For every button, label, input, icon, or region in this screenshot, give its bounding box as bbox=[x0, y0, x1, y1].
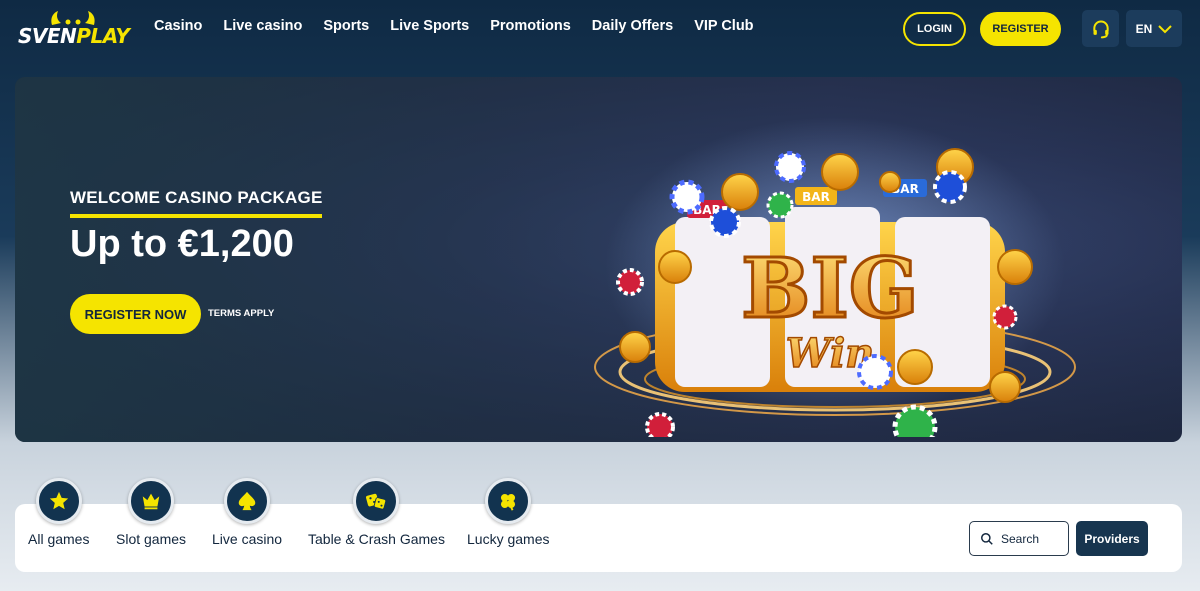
promo-amount: Up to €1,200 bbox=[70, 223, 294, 265]
category-label: Lucky games bbox=[467, 531, 550, 547]
category-icon-wrapper bbox=[35, 478, 82, 524]
category-table-crash-games[interactable]: Table & Crash Games bbox=[308, 478, 445, 547]
dice-icon bbox=[366, 493, 387, 510]
category-label: Live casino bbox=[212, 531, 283, 547]
category-icon-wrapper bbox=[224, 478, 271, 524]
logo-text-play: PLAY bbox=[76, 24, 130, 48]
category-all-games[interactable]: All games bbox=[28, 478, 89, 547]
svg-text:BAR: BAR bbox=[802, 190, 830, 204]
category-icon-wrapper bbox=[128, 478, 175, 524]
hero-banner[interactable]: WELCOME CASINO PACKAGE Up to €1,200 REGI… bbox=[15, 77, 1182, 442]
clover-icon bbox=[501, 493, 516, 511]
promo-title: WELCOME CASINO PACKAGE bbox=[70, 188, 323, 218]
login-button[interactable]: LOGIN bbox=[903, 12, 966, 46]
chevron-down-icon bbox=[1158, 24, 1173, 33]
category-live-casino[interactable]: Live casino bbox=[212, 478, 282, 547]
nav-live-sports[interactable]: Live Sports bbox=[390, 18, 469, 34]
headset-icon bbox=[1092, 20, 1109, 38]
nav-vip-club[interactable]: VIP Club bbox=[694, 18, 753, 34]
providers-button[interactable]: Providers bbox=[1076, 521, 1148, 556]
nav-casino[interactable]: Casino bbox=[154, 18, 202, 34]
nav-daily-offers[interactable]: Daily Offers bbox=[592, 18, 673, 34]
site-header: SVENPLAY Casino Live casino Sports Live … bbox=[0, 0, 1200, 58]
main-nav: Casino Live casino Sports Live Sports Pr… bbox=[154, 18, 775, 34]
nav-live-casino[interactable]: Live casino bbox=[223, 18, 302, 34]
category-label: All games bbox=[28, 531, 90, 547]
star-icon bbox=[49, 491, 68, 510]
category-icon-wrapper bbox=[485, 478, 532, 524]
svg-text:BIG: BIG bbox=[741, 241, 919, 337]
category-label: Slot games bbox=[116, 531, 187, 547]
category-icon-wrapper bbox=[353, 478, 400, 524]
spade-icon bbox=[238, 491, 256, 511]
search-placeholder: Search bbox=[1001, 531, 1040, 546]
big-win-slot-illustration: BAR BAR BAR BIG Win bbox=[594, 117, 1076, 437]
logo-text-sven: SVEN bbox=[18, 24, 77, 48]
svenplay-logo[interactable]: SVENPLAY bbox=[18, 10, 130, 48]
category-lucky-games[interactable]: Lucky games bbox=[467, 478, 549, 547]
search-icon bbox=[981, 532, 993, 545]
register-now-button[interactable]: REGISTER NOW bbox=[70, 294, 201, 334]
language-selector[interactable]: EN bbox=[1126, 10, 1182, 47]
terms-apply-link[interactable]: TERMS APPLY bbox=[208, 308, 274, 319]
category-label: Table & Crash Games bbox=[308, 531, 445, 547]
nav-promotions[interactable]: Promotions bbox=[490, 18, 571, 34]
language-label: EN bbox=[1135, 21, 1153, 36]
nav-sports[interactable]: Sports bbox=[323, 18, 369, 34]
crown-icon bbox=[142, 493, 160, 510]
register-button[interactable]: REGISTER bbox=[980, 12, 1061, 46]
game-search-input[interactable]: Search bbox=[969, 521, 1069, 556]
logo-wordmark: SVENPLAY bbox=[18, 24, 130, 48]
category-slot-games[interactable]: Slot games bbox=[116, 478, 186, 547]
support-button[interactable] bbox=[1082, 10, 1119, 47]
